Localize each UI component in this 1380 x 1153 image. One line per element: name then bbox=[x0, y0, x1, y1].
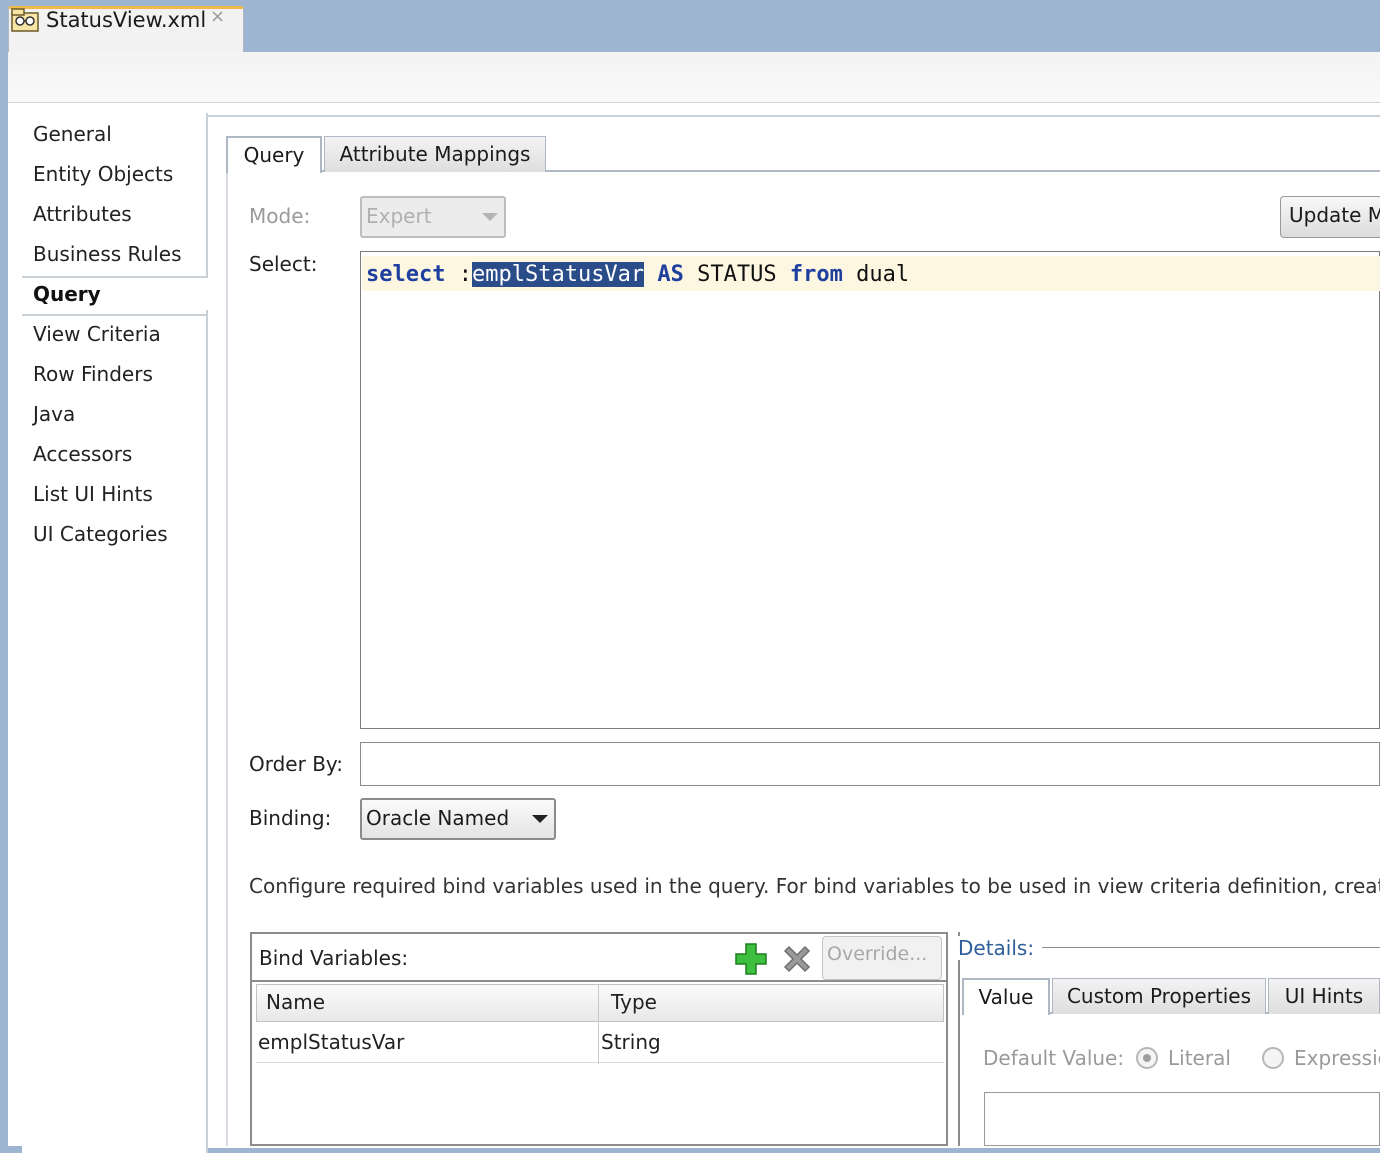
nav-item-list-ui-hints[interactable]: List UI Hints bbox=[33, 482, 153, 506]
details-title-rule bbox=[1042, 947, 1380, 948]
nav-selected-connector bbox=[204, 278, 208, 310]
sql-code: select :emplStatusVar AS STATUS from dua… bbox=[366, 262, 910, 287]
inner-panel-border bbox=[226, 170, 228, 1146]
default-value-label: Default Value: bbox=[983, 1046, 1125, 1070]
sql-select-editor[interactable]: select :emplStatusVar AS STATUS from dua… bbox=[360, 251, 1380, 729]
binding-dropdown[interactable]: Oracle Named bbox=[360, 798, 556, 840]
tab-custom-properties[interactable]: Custom Properties bbox=[1052, 978, 1266, 1014]
chevron-down-icon bbox=[482, 213, 498, 221]
close-icon[interactable]: × bbox=[210, 6, 225, 27]
nav-item-attributes[interactable]: Attributes bbox=[33, 202, 132, 226]
order-by-field[interactable] bbox=[360, 742, 1380, 786]
tab-value[interactable]: Value bbox=[962, 978, 1050, 1015]
mode-dropdown[interactable]: Expert bbox=[360, 196, 506, 238]
radio-expression[interactable] bbox=[1262, 1047, 1284, 1069]
tab-query[interactable]: Query bbox=[226, 136, 322, 173]
view-object-icon bbox=[11, 8, 39, 32]
radio-literal-label: Literal bbox=[1168, 1046, 1231, 1070]
nav-item-ui-categories[interactable]: UI Categories bbox=[33, 522, 168, 546]
bind-variables-title: Bind Variables: bbox=[259, 946, 409, 970]
left-nav bbox=[22, 113, 208, 1153]
nav-item-business-rules[interactable]: Business Rules bbox=[33, 242, 182, 266]
mode-value: Expert bbox=[366, 204, 432, 228]
delete-x-icon[interactable] bbox=[780, 942, 814, 976]
column-header-type[interactable]: Type bbox=[611, 990, 657, 1014]
binding-value: Oracle Named bbox=[366, 806, 510, 830]
nav-item-view-criteria[interactable]: View Criteria bbox=[33, 322, 161, 346]
nav-item-accessors[interactable]: Accessors bbox=[33, 442, 132, 466]
bind-variables-info-text: Configure required bind variables used i… bbox=[249, 874, 1380, 898]
radio-literal[interactable] bbox=[1136, 1047, 1158, 1069]
editor-tab-title: StatusView.xml bbox=[46, 8, 207, 32]
nav-item-java[interactable]: Java bbox=[33, 402, 75, 426]
binding-label: Binding: bbox=[249, 806, 332, 830]
row-separator bbox=[256, 1062, 944, 1063]
radio-expression-label: Expressio bbox=[1294, 1046, 1380, 1070]
nav-item-general[interactable]: General bbox=[33, 122, 112, 146]
bind-var-name-cell: emplStatusVar bbox=[258, 1030, 405, 1054]
nav-item-query[interactable]: Query bbox=[33, 282, 101, 306]
bind-variables-table-header bbox=[256, 984, 944, 1022]
plus-icon[interactable] bbox=[734, 942, 768, 976]
override-button[interactable]: Override... bbox=[822, 936, 942, 980]
chevron-down-icon bbox=[532, 815, 548, 823]
update-mappings-button[interactable]: Update M bbox=[1280, 196, 1380, 238]
editor-toolbar bbox=[8, 52, 1380, 103]
tab-ui-hints[interactable]: UI Hints bbox=[1268, 978, 1380, 1014]
mode-label: Mode: bbox=[249, 204, 311, 228]
default-value-field[interactable] bbox=[984, 1092, 1380, 1146]
details-title: Details: bbox=[958, 936, 1039, 960]
tab-attribute-mappings[interactable]: Attribute Mappings bbox=[324, 136, 546, 172]
selected-bind-variable: emplStatusVar bbox=[471, 262, 645, 287]
order-by-label: Order By: bbox=[249, 752, 344, 776]
select-label: Select: bbox=[249, 252, 318, 276]
nav-item-entity-objects[interactable]: Entity Objects bbox=[33, 162, 173, 186]
column-header-name[interactable]: Name bbox=[266, 990, 325, 1014]
bind-var-type-cell: String bbox=[601, 1030, 661, 1054]
nav-item-row-finders[interactable]: Row Finders bbox=[33, 362, 153, 386]
